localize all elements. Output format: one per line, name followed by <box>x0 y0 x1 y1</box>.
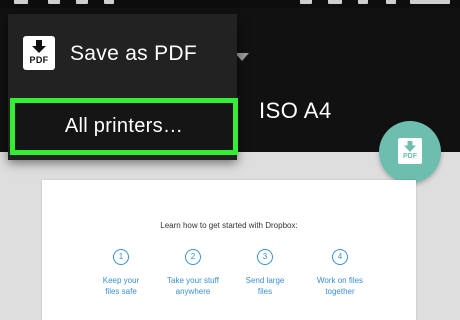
status-icon <box>358 0 368 4</box>
download-pdf-button[interactable]: PDF <box>379 121 441 183</box>
step-line: together <box>325 287 355 296</box>
chevron-down-icon[interactable] <box>235 53 249 61</box>
step-number: 2 <box>185 249 201 265</box>
paper-size-label[interactable]: ISO A4 <box>259 98 332 124</box>
step-number: 4 <box>332 249 348 265</box>
step-line: Work on files <box>316 276 364 285</box>
document-heading: Learn how to get started with Dropbox: <box>160 221 298 230</box>
save-as-pdf-icon: PDF <box>23 36 55 70</box>
step-number: 1 <box>113 249 129 265</box>
status-icon <box>14 0 28 4</box>
download-pdf-icon: PDF <box>398 138 422 164</box>
step-line: files <box>257 287 273 296</box>
menu-item-label: Save as PDF <box>70 42 198 65</box>
step-line: Send large <box>245 276 285 285</box>
step-line: Keep your <box>102 276 140 285</box>
menu-item-all-printers[interactable]: All printers… <box>10 98 238 155</box>
status-icon <box>386 0 396 4</box>
step-text: Take your stuff anywhere <box>155 275 231 297</box>
status-icon <box>76 0 88 4</box>
step-text: Work on files together <box>302 275 378 297</box>
status-icon <box>410 0 450 4</box>
pdf-icon-text: PDF <box>29 55 49 65</box>
status-bar <box>0 0 460 8</box>
status-icon <box>300 0 312 4</box>
status-icon <box>104 0 114 4</box>
arrow-down-icon <box>32 40 46 53</box>
step-text: Keep your files safe <box>83 275 159 297</box>
step-line: files safe <box>105 287 137 296</box>
menu-item-save-as-pdf[interactable]: PDF Save as PDF <box>8 18 237 88</box>
status-icon <box>328 0 342 4</box>
step-text: Send large files <box>227 275 303 297</box>
arrow-down-icon <box>404 141 416 152</box>
menu-item-label: All printers… <box>64 115 184 137</box>
status-icon <box>48 0 60 4</box>
pdf-icon-text: PDF <box>403 153 417 160</box>
step-number: 3 <box>257 249 273 265</box>
printer-dropdown-menu: PDF Save as PDF All printers… <box>8 14 238 160</box>
step-line: Take your stuff <box>167 276 219 285</box>
step-line: anywhere <box>175 287 211 296</box>
document-preview: Learn how to get started with Dropbox: 1… <box>42 180 416 320</box>
